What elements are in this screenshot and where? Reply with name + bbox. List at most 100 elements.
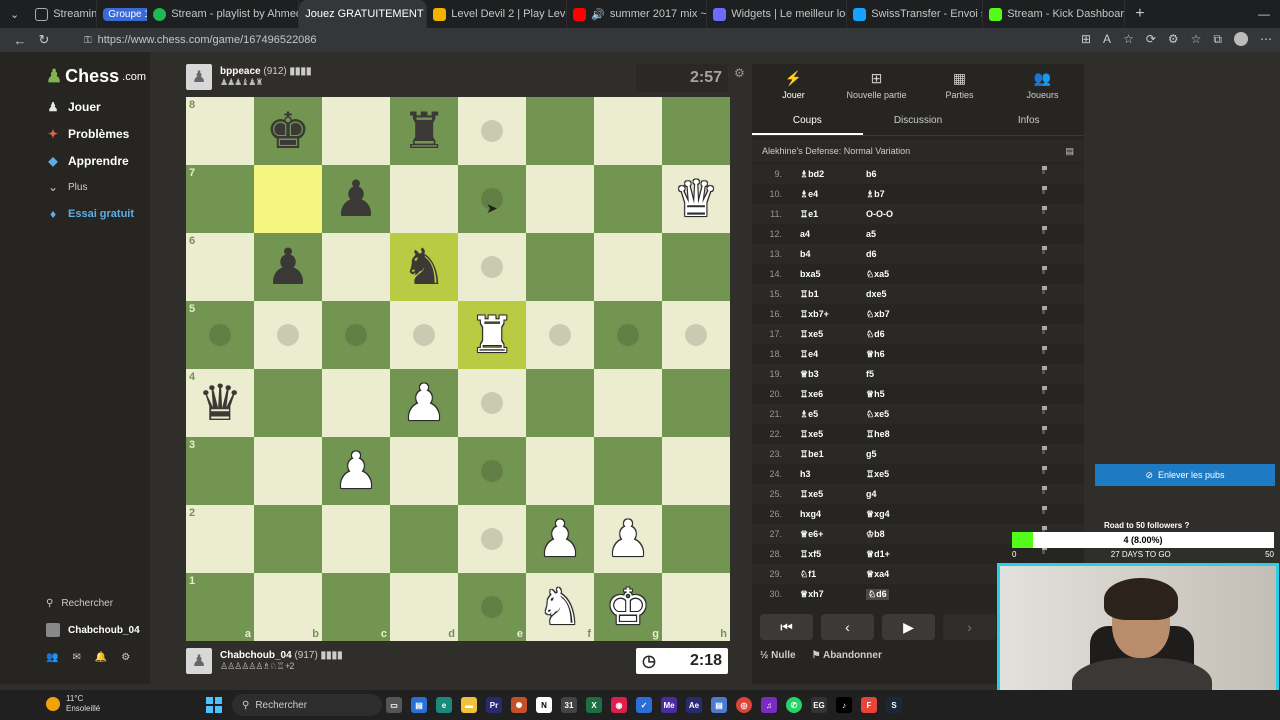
black-move[interactable]: ♕xa4: [866, 569, 932, 580]
black-move[interactable]: O-O-O: [866, 209, 932, 219]
black-rook-piece[interactable]: ♜: [402, 106, 447, 156]
nav-jouer[interactable]: ♟ Jouer: [46, 100, 101, 114]
panel-tab-parties[interactable]: ▦ Parties: [918, 64, 1001, 106]
nav-apprendre[interactable]: ◆ Apprendre: [46, 154, 128, 168]
black-move[interactable]: ♗b7: [866, 189, 932, 200]
panel-tab-nouvelle-partie[interactable]: ⊞ Nouvelle partie: [835, 64, 918, 106]
white-pawn-piece[interactable]: ♟: [334, 446, 379, 496]
square-h5[interactable]: [662, 301, 730, 369]
square-h7[interactable]: ♛: [662, 165, 730, 233]
black-move[interactable]: ♘d6: [866, 329, 932, 340]
white-pawn-piece[interactable]: ♟: [402, 378, 447, 428]
black-move[interactable]: b6: [866, 169, 932, 179]
read-aloud-icon[interactable]: A: [1103, 32, 1111, 47]
top-player-avatar[interactable]: ♟: [186, 64, 212, 90]
square-a8[interactable]: 8: [186, 97, 254, 165]
square-c7[interactable]: ♟: [322, 165, 390, 233]
black-move[interactable]: f5: [866, 369, 932, 379]
square-c8[interactable]: [322, 97, 390, 165]
black-move[interactable]: ♕h5: [866, 389, 932, 400]
black-move[interactable]: g5: [866, 449, 932, 459]
widgets-app-icon[interactable]: ▤: [411, 697, 427, 713]
favorites-icon[interactable]: ☆: [1191, 32, 1202, 47]
square-g6[interactable]: [594, 233, 662, 301]
site-info-icon[interactable]: ⚿: [84, 35, 92, 46]
claude-icon[interactable]: ✺: [511, 697, 527, 713]
white-rook-piece[interactable]: ♜: [470, 310, 515, 360]
favorite-star-icon[interactable]: ☆: [1123, 32, 1134, 47]
notion-icon[interactable]: N: [536, 697, 552, 713]
white-king-piece[interactable]: ♚: [606, 582, 651, 632]
black-move[interactable]: dxe5: [866, 289, 932, 299]
last-move-button[interactable]: ›: [943, 614, 996, 640]
black-move[interactable]: ♖he8: [866, 429, 932, 440]
white-move[interactable]: ♖xe5: [800, 429, 866, 440]
tab-spotify[interactable]: Stream - playlist by Ahmed | ×: [147, 0, 300, 28]
app-f-icon[interactable]: F: [861, 697, 877, 713]
square-h8[interactable]: [662, 97, 730, 165]
panel-tab-joueurs[interactable]: 👥 Joueurs: [1001, 64, 1084, 106]
white-move[interactable]: ♖be1: [800, 449, 866, 460]
legal-move-dot[interactable]: [549, 324, 571, 346]
square-f1[interactable]: f ♞: [526, 573, 594, 641]
white-move[interactable]: ♕e6+: [800, 529, 866, 540]
white-move[interactable]: ♕xh7: [800, 589, 866, 600]
square-d6[interactable]: ♞: [390, 233, 458, 301]
notepad-icon[interactable]: ▤: [711, 697, 727, 713]
square-e5[interactable]: ♜: [458, 301, 526, 369]
draw-button[interactable]: ½ Nulle: [760, 650, 796, 661]
square-a1[interactable]: 1a: [186, 573, 254, 641]
white-queen-piece[interactable]: ♛: [674, 174, 719, 224]
white-move[interactable]: ♖b1: [800, 289, 866, 300]
top-player-name[interactable]: bppeace (912) ▮▮▮▮: [220, 66, 312, 77]
white-move[interactable]: ♖xf5: [800, 549, 866, 560]
black-move[interactable]: ♕h6: [866, 349, 932, 360]
extensions-icon[interactable]: ⚙: [1168, 32, 1179, 47]
legal-move-dot[interactable]: [617, 324, 639, 346]
black-move[interactable]: ♔b8: [866, 529, 932, 540]
white-move[interactable]: bxa5: [800, 269, 866, 279]
more-menu-icon[interactable]: ⋯: [1260, 32, 1272, 47]
tab-group-label[interactable]: Groupe 1: [97, 0, 148, 28]
square-h4[interactable]: [662, 369, 730, 437]
square-d7[interactable]: [390, 165, 458, 233]
legal-move-dot[interactable]: [345, 324, 367, 346]
square-b1[interactable]: b: [254, 573, 322, 641]
square-d1[interactable]: d: [390, 573, 458, 641]
refresh-page-icon[interactable]: ⟳: [1146, 32, 1156, 47]
square-h6[interactable]: [662, 233, 730, 301]
steam-icon[interactable]: S: [886, 697, 902, 713]
square-b2[interactable]: [254, 505, 322, 573]
friends-icon[interactable]: 👥: [46, 652, 58, 663]
square-g1[interactable]: g ♚: [594, 573, 662, 641]
square-c6[interactable]: [322, 233, 390, 301]
black-king-piece[interactable]: ♚: [266, 106, 311, 156]
square-b7[interactable]: [254, 165, 322, 233]
pdf-icon[interactable]: ◉: [611, 697, 627, 713]
square-b4[interactable]: [254, 369, 322, 437]
chess-board[interactable]: 8 ♚ ♜ 7 ♟ ♛ 6 ♟ ♞ 5 ♜ 4 ♛ ♟ 3 ♟ 2 ♟ ♟ 1 a b c d e f ♞ g ♚ h: [186, 97, 730, 641]
tab-infos[interactable]: Infos: [973, 106, 1084, 135]
spotify-app-icon[interactable]: ♫: [761, 697, 777, 713]
tab-kick[interactable]: Stream - Kick Dashboard ×: [983, 0, 1126, 28]
book-icon[interactable]: ▤: [1065, 146, 1074, 157]
tab-streaming[interactable]: Streaming: [29, 0, 98, 28]
black-queen-piece[interactable]: ♛: [198, 378, 243, 428]
tab-chess[interactable]: Jouez GRATUITEMENT aux éc ×: [299, 0, 428, 28]
legal-move-dot[interactable]: [481, 392, 503, 414]
square-h2[interactable]: [662, 505, 730, 573]
minimize-icon[interactable]: —: [1258, 7, 1270, 21]
square-f5[interactable]: [526, 301, 594, 369]
black-move[interactable]: ♕d1+: [866, 549, 932, 560]
white-move[interactable]: ♗e4: [800, 189, 866, 200]
white-pawn-piece[interactable]: ♟: [606, 514, 651, 564]
legal-move-dot[interactable]: [277, 324, 299, 346]
white-move[interactable]: b4: [800, 249, 866, 259]
square-e7[interactable]: [458, 165, 526, 233]
square-g4[interactable]: [594, 369, 662, 437]
square-h1[interactable]: h: [662, 573, 730, 641]
bell-icon[interactable]: 🔔: [95, 652, 107, 663]
square-g7[interactable]: [594, 165, 662, 233]
square-a3[interactable]: 3: [186, 437, 254, 505]
tiktok-icon[interactable]: ♪: [836, 697, 852, 713]
